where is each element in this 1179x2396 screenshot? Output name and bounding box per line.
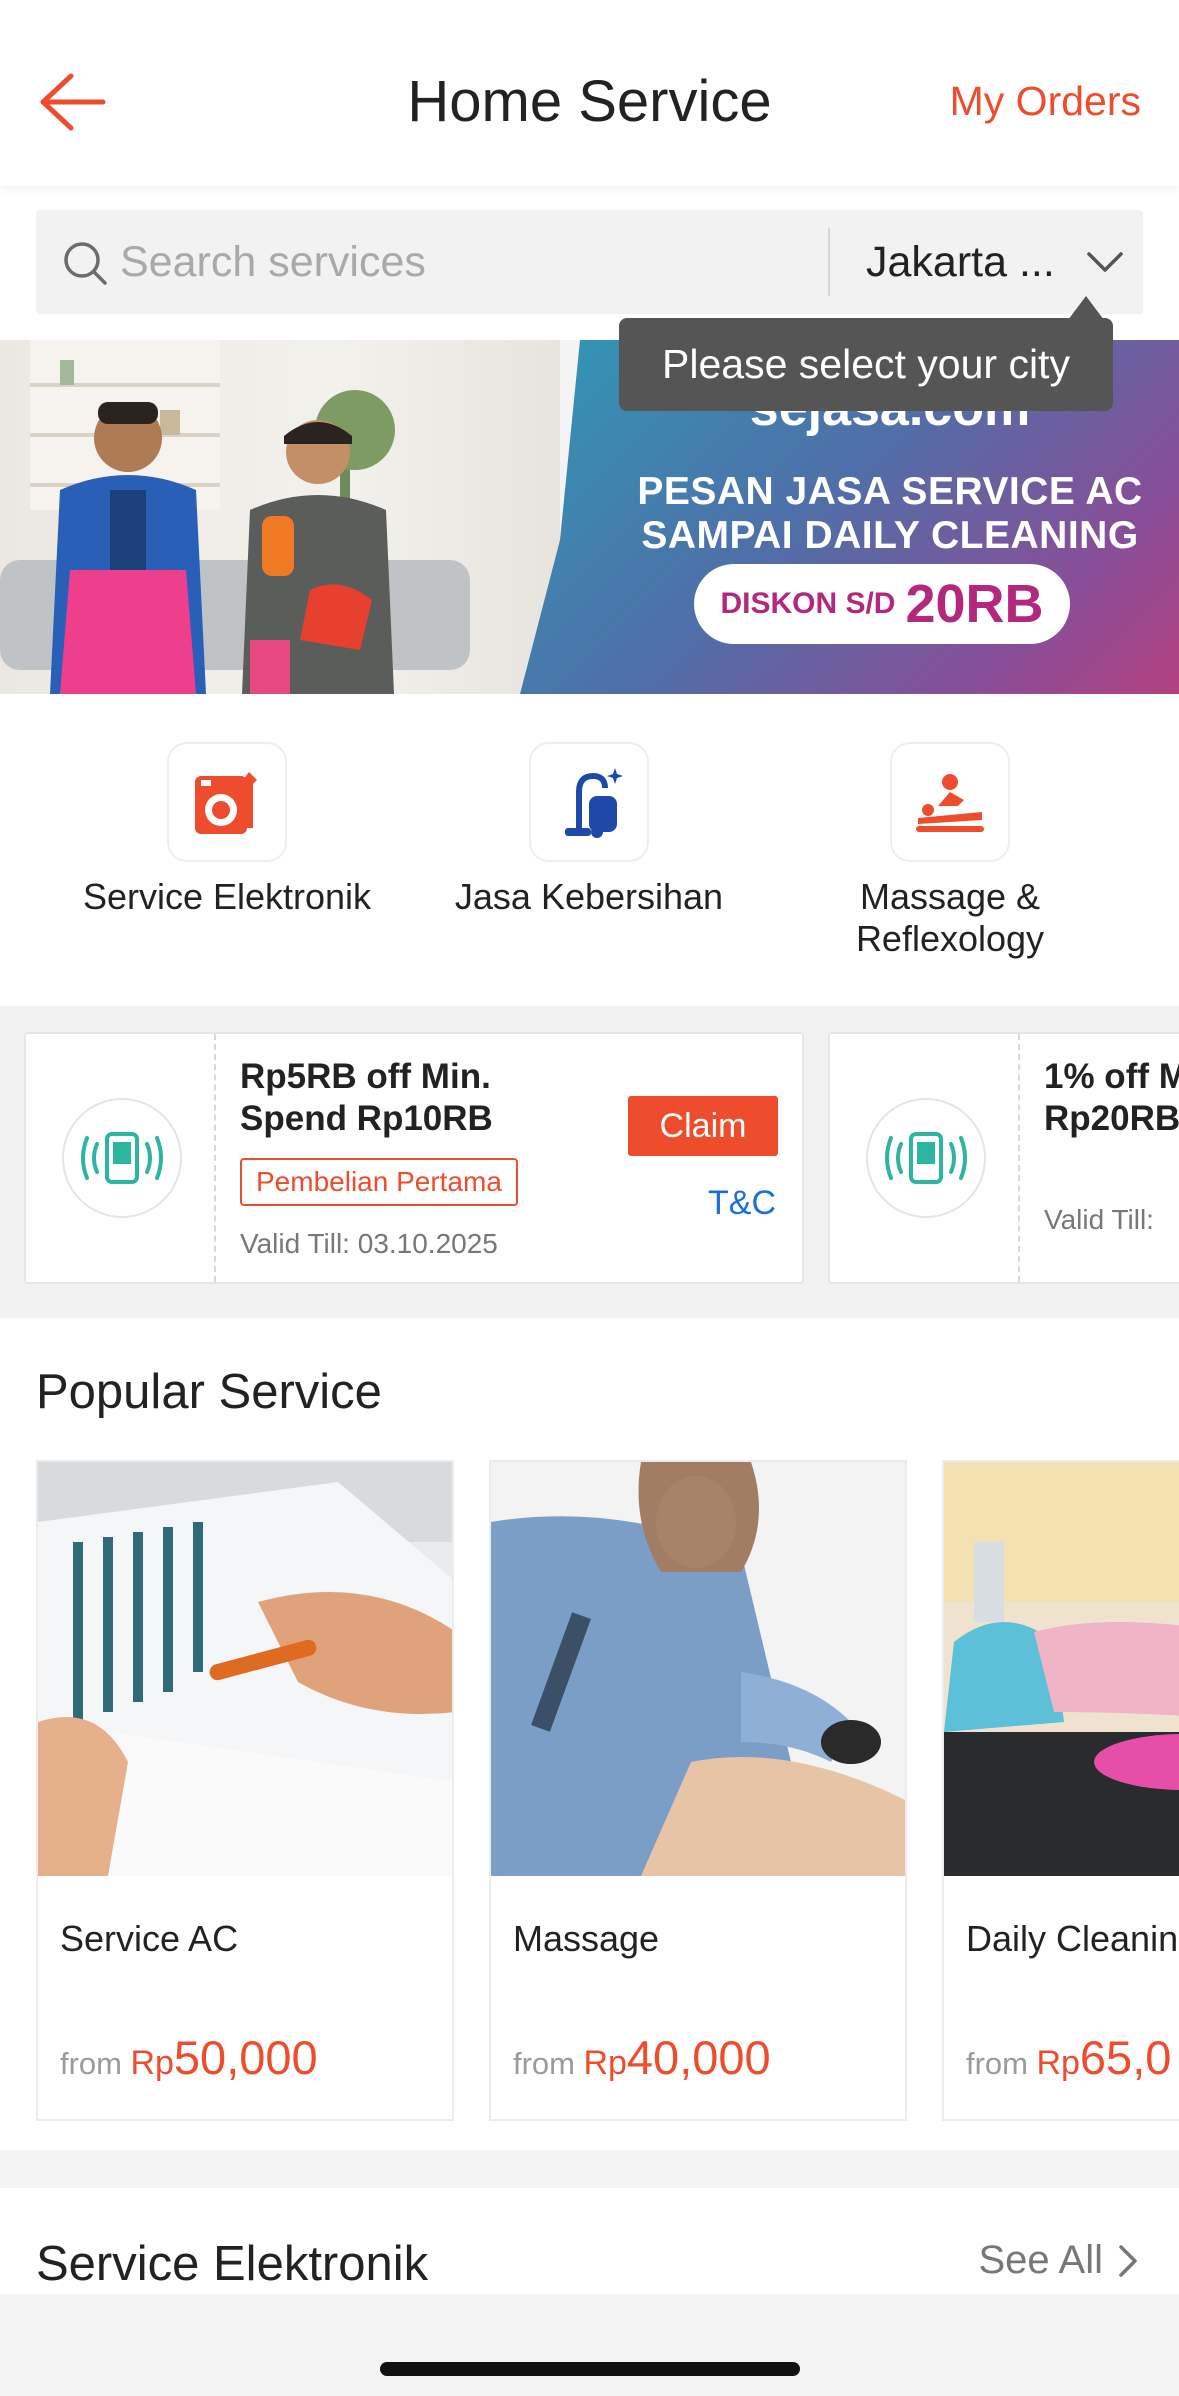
service-name: Daily Cleanin — [966, 1918, 1179, 1959]
service-card-massage[interactable]: Massage from Rp40,000 — [489, 1460, 907, 2121]
category-service-elektronik[interactable]: Service Elektronik — [47, 742, 407, 918]
service-card-ac[interactable]: Service AC from Rp50,000 — [36, 1460, 454, 2121]
tooltip-arrow — [1068, 296, 1104, 320]
voucher-icon-area — [830, 1034, 1020, 1282]
bottom-safe-area — [0, 2294, 1179, 2396]
search-input[interactable] — [120, 232, 820, 292]
voucher-validity: Valid Till: 03.10.2025 — [240, 1228, 498, 1259]
tnc-link[interactable]: T&C — [708, 1184, 776, 1223]
chevron-down-icon — [1087, 252, 1123, 272]
category-icon-box — [890, 742, 1010, 862]
service-elektronik-section: Service Elektronik See All — [0, 2188, 1179, 2298]
service-price: from Rp65,0 — [966, 2030, 1171, 2085]
chevron-right-icon — [1119, 2244, 1137, 2277]
search-icon — [64, 242, 107, 285]
service-image — [491, 1462, 905, 1876]
category-icon-box — [529, 742, 649, 862]
vacuum-cleaner-icon — [565, 768, 623, 838]
section-title: Service Elektronik — [36, 2237, 429, 2291]
category-massage-reflexology[interactable]: Massage & Reflexology — [770, 742, 1130, 960]
voucher-tag: Pembelian Pertama — [240, 1158, 518, 1206]
category-icon-box — [167, 742, 287, 862]
city-tooltip: Please select your city — [619, 318, 1113, 411]
category-label: Jasa Kebersihan — [454, 876, 724, 917]
claim-button[interactable]: Claim — [628, 1096, 778, 1156]
washing-machine-icon — [195, 772, 257, 834]
category-row: Service Elektronik Jasa Kebersihan Massa… — [0, 694, 1179, 1006]
service-image — [944, 1462, 1179, 1876]
price-value: 65,0 — [1079, 2031, 1172, 2084]
price-currency: Rp — [583, 2044, 627, 2082]
home-indicator[interactable] — [380, 2362, 800, 2376]
category-label: Massage & Reflexology — [855, 876, 1045, 959]
banner-headline-1: PESAN JASA SERVICE AC — [637, 470, 1143, 513]
see-all-label: See All — [978, 2238, 1103, 2282]
section-title: Popular Service — [36, 1365, 382, 1419]
service-price: from Rp50,000 — [60, 2030, 318, 2085]
price-value: 40,000 — [626, 2031, 771, 2084]
phone-signal-icon — [81, 1132, 163, 1184]
popular-service-section: Popular Service Service AC from Rp50,000… — [0, 1318, 1179, 2150]
search-section: Jakarta ... — [0, 186, 1179, 340]
pill-label: DISKON S/D — [720, 587, 896, 620]
price-currency: Rp — [130, 2044, 174, 2082]
workers-illustration — [0, 340, 470, 694]
price-value: 50,000 — [173, 2031, 318, 2084]
voucher-carousel[interactable]: Rp5RB off Min. Spend Rp10RB Pembelian Pe… — [0, 1006, 1179, 1318]
city-value: Jakarta ... — [866, 237, 1055, 286]
voucher-icon-circle — [62, 1098, 182, 1218]
voucher-title: Rp5RB off Min. Spend Rp10RB — [240, 1057, 493, 1138]
voucher-title: 1% off M Rp20RB — [1044, 1057, 1179, 1138]
voucher-card[interactable]: Rp5RB off Min. Spend Rp10RB Pembelian Pe… — [24, 1032, 804, 1284]
see-all-link[interactable]: See All — [978, 2238, 1139, 2283]
app-header: Home Service My Orders — [0, 0, 1179, 186]
price-from-label: from — [513, 2046, 575, 2081]
massage-icon — [916, 774, 984, 832]
price-from-label: from — [60, 2046, 122, 2081]
banner-headline-2: SAMPAI DAILY CLEANING — [641, 514, 1139, 557]
service-price: from Rp40,000 — [513, 2030, 771, 2085]
voucher-validity: Valid Till: — [1044, 1204, 1154, 1235]
service-card-daily-cleaning[interactable]: Daily Cleanin from Rp65,0 — [942, 1460, 1179, 2121]
price-from-label: from — [966, 2046, 1028, 2081]
service-name: Massage — [513, 1918, 660, 1959]
my-orders-link[interactable]: My Orders — [950, 78, 1141, 125]
service-name: Service AC — [60, 1918, 239, 1959]
category-label: Service Elektronik — [82, 876, 372, 917]
search-bar: Jakarta ... — [36, 210, 1143, 314]
phone-signal-icon — [885, 1132, 967, 1184]
service-image — [38, 1462, 452, 1876]
price-currency: Rp — [1036, 2044, 1080, 2082]
voucher-icon-area — [26, 1034, 216, 1282]
voucher-card[interactable]: 1% off M Rp20RB Valid Till: — [828, 1032, 1179, 1284]
pill-value: 20RB — [905, 574, 1044, 634]
banner-discount-pill: DISKON S/D 20RB — [694, 564, 1070, 644]
category-jasa-kebersihan[interactable]: Jasa Kebersihan — [409, 742, 769, 918]
voucher-icon-circle — [866, 1098, 986, 1218]
banner-photo — [0, 340, 560, 694]
home-service-screen: Home Service My Orders Jakarta ... Pleas… — [0, 0, 1179, 2396]
